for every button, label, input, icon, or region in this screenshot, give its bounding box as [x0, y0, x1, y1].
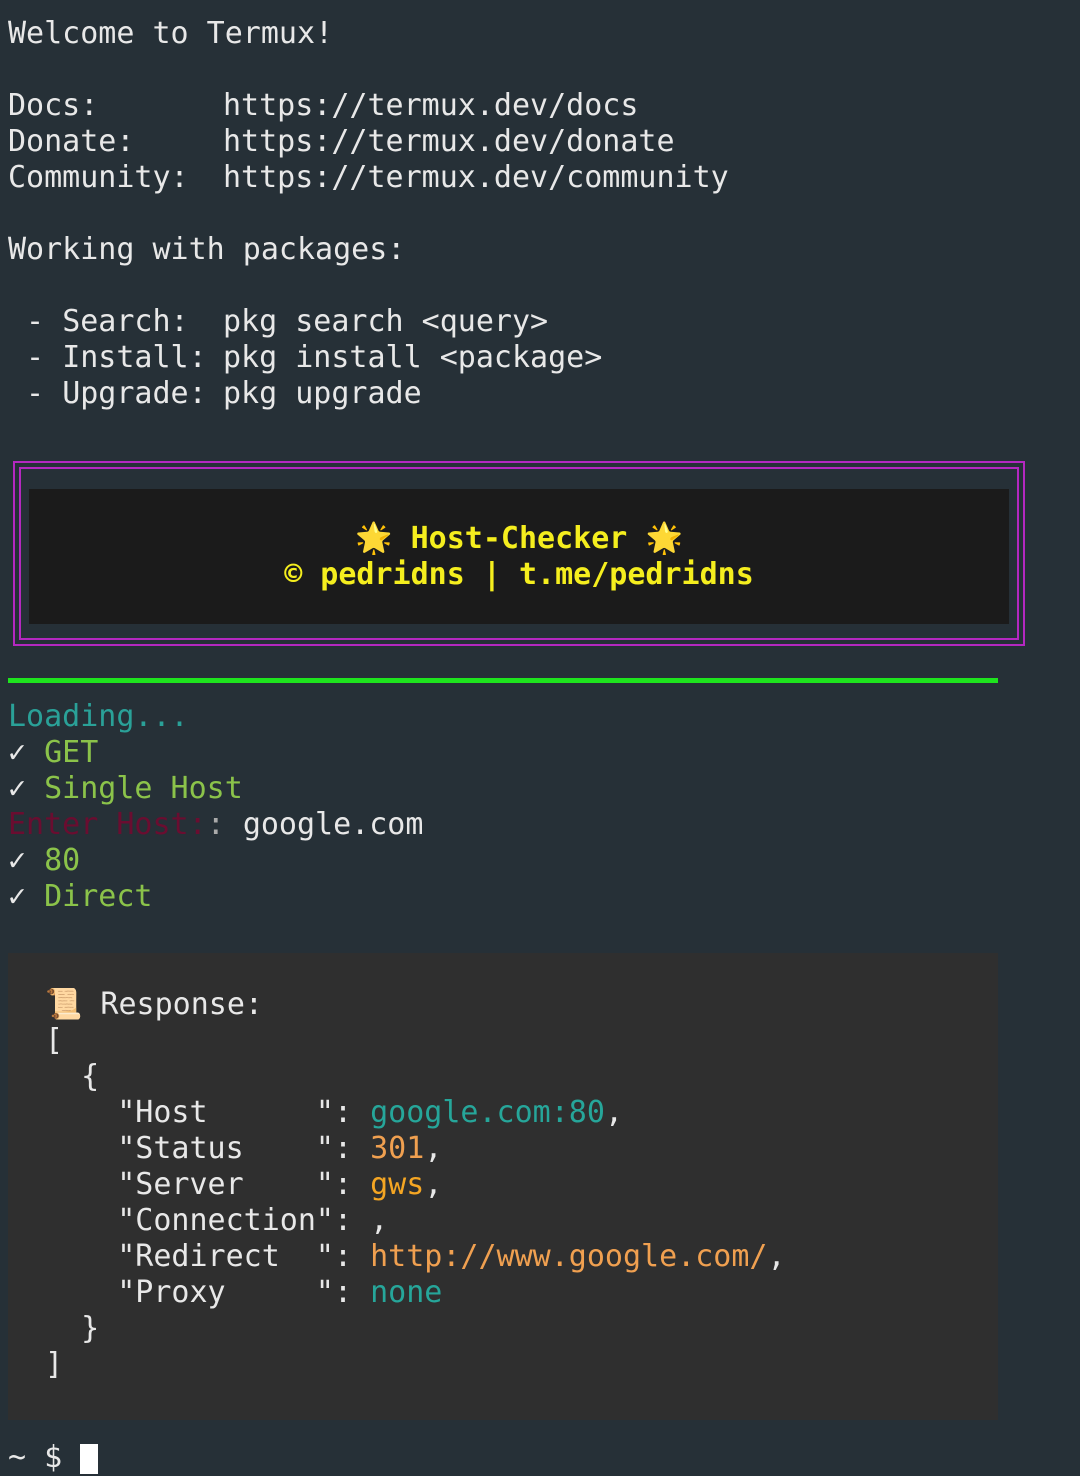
prompt-text: ~ $: [8, 1440, 63, 1475]
command-text: pkg install <package>: [223, 340, 603, 375]
check-icon: ✓: [8, 735, 27, 770]
response-panel: 📜 Response: [ { "Host ": google.com:80, …: [8, 953, 998, 1420]
command-label: Upgrade:: [62, 376, 207, 411]
field-key: "Redirect ": [117, 1239, 334, 1274]
field-value: none: [370, 1275, 443, 1310]
field-key: "Status ": [117, 1131, 334, 1166]
step-text: Direct: [44, 879, 153, 914]
close-brace: }: [45, 1311, 100, 1346]
response-heading: Response:: [100, 987, 263, 1022]
response-field: "Proxy ": none: [117, 1275, 443, 1310]
check-icon: ✓: [8, 843, 27, 878]
star-icon: 🌟: [645, 521, 683, 556]
star-icon: 🌟: [355, 521, 393, 556]
open-brace: {: [45, 1059, 100, 1094]
close-bracket: ]: [45, 1347, 64, 1382]
link-url[interactable]: https://termux.dev/docs: [223, 88, 638, 124]
response-field: "Server ": gws,: [117, 1167, 443, 1202]
command-text: pkg upgrade: [223, 376, 422, 411]
command-label: Search:: [62, 304, 189, 339]
command-text: pkg search <query>: [223, 304, 549, 339]
host-input-value[interactable]: google.com: [243, 807, 424, 842]
field-value: gws: [370, 1167, 425, 1202]
step-mode: ✓ Single Host: [8, 771, 243, 807]
cursor: [80, 1443, 99, 1474]
response-field: "Status ": 301,: [117, 1131, 443, 1166]
step-text: GET: [44, 735, 99, 770]
open-bracket: [: [45, 1023, 64, 1058]
command-search: - Search: pkg search <query>: [8, 304, 549, 339]
host-input-line[interactable]: Enter Host:: google.com: [8, 807, 423, 843]
banner-credit: © pedridns | t.me/pedridns: [284, 557, 754, 592]
scroll-icon: 📜: [45, 987, 83, 1022]
packages-heading: Working with packages:: [8, 232, 406, 267]
field-value: google.com:80: [370, 1095, 605, 1130]
step-text: 80: [44, 843, 81, 878]
link-url[interactable]: https://termux.dev/community: [223, 160, 729, 196]
command-label: Install:: [62, 340, 207, 375]
field-key: "Proxy ": [117, 1275, 334, 1310]
field-key: "Server ": [117, 1167, 334, 1202]
link-label: Donate:: [8, 124, 135, 159]
link-docs: Docs: https://termux.dev/docs: [8, 88, 638, 124]
link-community: Community: https://termux.dev/community: [8, 160, 729, 196]
response-field: "Connection": ,: [117, 1203, 389, 1238]
link-label: Docs:: [8, 88, 99, 123]
banner-title: Host-Checker: [410, 521, 628, 556]
field-key: "Connection": [117, 1203, 334, 1238]
banner-title-line: 🌟 Host-Checker 🌟: [29, 521, 1009, 557]
divider-line: [8, 678, 998, 683]
welcome-text: Welcome to Termux!: [8, 16, 334, 51]
step-proxy-mode: ✓ Direct: [8, 879, 153, 915]
host-prompt: Enter Host:: [8, 807, 207, 842]
link-label: Community:: [8, 160, 189, 195]
check-icon: ✓: [8, 879, 27, 914]
field-value: 301: [370, 1131, 425, 1166]
check-icon: ✓: [8, 771, 27, 806]
response-field: "Host ": google.com:80,: [117, 1095, 623, 1130]
response-heading-line: 📜 Response:: [45, 987, 263, 1023]
banner-inner-border: 🌟 Host-Checker 🌟 © pedridns | t.me/pedri…: [19, 467, 1019, 640]
step-text: Single Host: [44, 771, 243, 806]
field-value: http://www.google.com/: [370, 1239, 768, 1274]
field-key: "Host ": [117, 1095, 334, 1130]
command-upgrade: - Upgrade: pkg upgrade: [8, 376, 422, 411]
link-donate: Donate: https://termux.dev/donate: [8, 124, 675, 160]
response-field: "Redirect ": http://www.google.com/,: [117, 1239, 786, 1274]
host-checker-banner: 🌟 Host-Checker 🌟 © pedridns | t.me/pedri…: [13, 461, 1025, 646]
step-method: ✓ GET: [8, 735, 98, 771]
banner-panel: 🌟 Host-Checker 🌟 © pedridns | t.me/pedri…: [29, 489, 1009, 624]
command-install: - Install: pkg install <package>: [8, 340, 603, 375]
step-port: ✓ 80: [8, 843, 80, 879]
loading-text: Loading...: [8, 699, 189, 734]
shell-prompt[interactable]: ~ $: [8, 1440, 99, 1476]
link-url[interactable]: https://termux.dev/donate: [223, 124, 675, 160]
